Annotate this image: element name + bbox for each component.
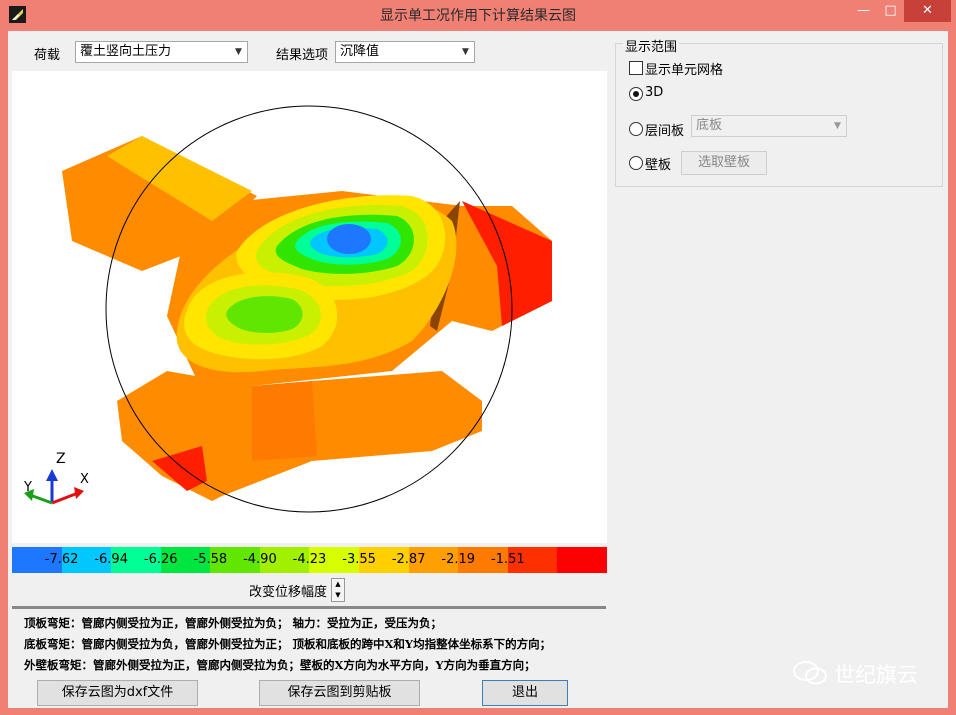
result-label: 结果选项: [276, 48, 329, 63]
show-grid-checkbox[interactable]: [629, 61, 643, 75]
window-title: 显示单工况作用下计算结果云图: [380, 8, 576, 24]
x-axis: [51, 491, 79, 505]
x-label: X: [80, 472, 89, 487]
z-arrow-icon: [46, 469, 58, 481]
title-bar: 显示单工况作用下计算结果云图 — □ ✕: [0, 0, 956, 30]
x-arrow-icon: [74, 487, 84, 499]
maximize-icon[interactable]: □: [877, 0, 904, 22]
result-select-value: 沉降值: [340, 44, 380, 59]
close-icon[interactable]: ✕: [904, 0, 951, 22]
display-range-title: 显示范围: [623, 36, 680, 55]
legend-tick: -4.90: [243, 552, 277, 567]
contour-plot: Z X Y: [23, 105, 552, 513]
y-label: Y: [23, 480, 32, 495]
spin-down-icon[interactable]: ▼: [332, 590, 344, 601]
scale-spinner[interactable]: ▲ ▼: [331, 578, 345, 602]
legend-tick: -3.55: [342, 552, 376, 567]
watermark-text: 世纪旗云: [834, 663, 918, 687]
legend-tick: -5.58: [193, 552, 228, 567]
save-dxf-button[interactable]: 保存云图为dxf文件: [37, 680, 198, 706]
minimize-icon[interactable]: —: [850, 0, 877, 22]
layer-select-value: 底板: [696, 118, 723, 133]
chevron-down-icon: ▼: [462, 47, 469, 57]
load-label: 荷载: [34, 48, 61, 63]
divider: [12, 606, 606, 609]
legend-tick: -1.51: [491, 552, 525, 567]
layer-select[interactable]: 底板 ▼: [691, 115, 847, 137]
radio-wall-label: 壁板: [645, 158, 672, 173]
y-axis: [29, 493, 53, 505]
z-label: Z: [56, 451, 66, 467]
wechat-icon: [792, 659, 828, 687]
lower-front-face: [252, 381, 317, 461]
note-line-2: 底板弯矩：管廊内侧受拉为负，管廊外侧受拉为正； 顶板和底板的跨中X和Y均指整体坐…: [24, 637, 552, 651]
client-area: 荷载 覆土竖向土压力 ▼ 结果选项 沉降值 ▼ Z X Y -7.62 -6.9…: [8, 31, 948, 708]
legend-tick: -6.26: [143, 552, 178, 567]
chevron-down-icon: ▼: [235, 47, 242, 57]
legend-tick: -4.23: [292, 552, 327, 567]
exit-button[interactable]: 退出: [482, 680, 568, 706]
legend-tick: -6.94: [94, 552, 128, 567]
result-select[interactable]: 沉降值 ▼: [335, 41, 475, 63]
radio-wall[interactable]: [629, 156, 643, 170]
radio-layer-label: 层间板: [645, 124, 685, 139]
show-grid-label: 显示单元网格: [645, 63, 724, 78]
contour-canvas[interactable]: Z X Y: [12, 71, 607, 543]
load-select[interactable]: 覆土竖向土压力 ▼: [75, 41, 248, 63]
load-select-value: 覆土竖向土压力: [80, 44, 172, 59]
radio-3d-label: 3D: [645, 85, 664, 100]
save-clipboard-button[interactable]: 保存云图到剪贴板: [259, 680, 420, 706]
radio-layer[interactable]: [629, 122, 643, 136]
scale-label: 改变位移幅度: [249, 585, 328, 600]
note-line-3: 外壁板弯矩：管廊外侧受拉为正，管廊内侧受拉为负；壁板的X方向为水平方向，Y方向为…: [24, 658, 536, 672]
radio-3d[interactable]: [629, 87, 643, 101]
legend-tick: -2.19: [441, 552, 476, 567]
legend-segment: [557, 547, 607, 573]
legend-tick: -2.87: [391, 552, 426, 567]
chevron-down-icon: ▼: [834, 121, 841, 131]
pick-wall-button[interactable]: 选取壁板: [681, 151, 767, 175]
legend-tick: -7.62: [44, 552, 79, 567]
spin-up-icon[interactable]: ▲: [332, 579, 344, 590]
note-line-1: 顶板弯矩：管廊内侧受拉为正，管廊外侧受拉为负； 轴力：受拉为正，受压为负；: [24, 616, 442, 630]
legend-colorbar: -7.62 -6.94 -6.26 -5.58 -4.90 -4.23 -3.55 -2.87…: [12, 547, 607, 573]
contour-min: [327, 224, 371, 254]
